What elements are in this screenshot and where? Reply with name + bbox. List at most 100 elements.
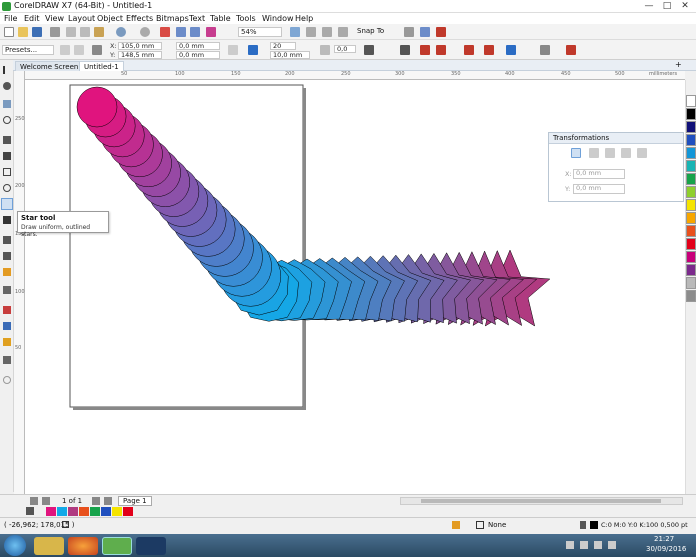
- shape-tool-icon[interactable]: [3, 82, 11, 90]
- angle-field[interactable]: 0,0: [334, 45, 356, 53]
- menu-file[interactable]: File: [4, 13, 17, 24]
- palette-swatch[interactable]: [686, 186, 696, 198]
- ellipse-tool-icon[interactable]: [3, 184, 11, 192]
- tab-untitled-1[interactable]: Untitled-1: [79, 61, 124, 71]
- page-tab[interactable]: Page 1: [118, 496, 152, 506]
- no-fill-swatch-icon[interactable]: [476, 521, 484, 529]
- palette-swatch[interactable]: [686, 225, 696, 237]
- points-field[interactable]: 20: [270, 42, 296, 50]
- palette-swatch[interactable]: [686, 134, 696, 146]
- menu-effects[interactable]: Effects: [126, 13, 153, 24]
- lock-ratio-icon[interactable]: [228, 45, 238, 55]
- explorer-taskbar-icon[interactable]: [34, 537, 64, 555]
- full-screen-icon[interactable]: [290, 27, 300, 37]
- rectangle-tool-icon[interactable]: [3, 168, 11, 176]
- scale-icon[interactable]: [605, 148, 615, 158]
- zoom-tool-icon[interactable]: [3, 116, 11, 124]
- options-icon[interactable]: [404, 27, 414, 37]
- tray-icon[interactable]: [566, 541, 574, 549]
- presets-dropdown[interactable]: Presets...: [2, 45, 54, 55]
- palette-swatch[interactable]: [686, 277, 696, 289]
- menu-view[interactable]: View: [45, 13, 64, 24]
- menu-text[interactable]: Text: [189, 13, 205, 24]
- menu-table[interactable]: Table: [210, 13, 231, 24]
- search-content-icon[interactable]: [160, 27, 170, 37]
- smart-fill-icon[interactable]: [3, 338, 11, 346]
- tab-welcome-screen[interactable]: Welcome Screen: [15, 61, 84, 71]
- last-page-icon[interactable]: [104, 497, 112, 505]
- palette-swatch[interactable]: [686, 238, 696, 250]
- play-icon[interactable]: [62, 521, 69, 528]
- palette-swatch[interactable]: [686, 173, 696, 185]
- document-palette-swatch[interactable]: [123, 507, 133, 516]
- document-palette-swatch[interactable]: [90, 507, 100, 516]
- document-palette-swatch[interactable]: [68, 507, 78, 516]
- photoshop-taskbar-icon[interactable]: [136, 537, 166, 555]
- firefox-taskbar-icon[interactable]: [68, 537, 98, 555]
- document-palette-swatch[interactable]: [57, 507, 67, 516]
- interactive-fill-icon[interactable]: [3, 322, 11, 330]
- document-palette-swatch[interactable]: [101, 507, 111, 516]
- add-tool-icon[interactable]: [3, 376, 11, 384]
- menu-help[interactable]: Help: [295, 13, 313, 24]
- hint-icon[interactable]: [566, 45, 576, 55]
- palette-swatch[interactable]: [686, 108, 696, 120]
- skew-icon[interactable]: [637, 148, 647, 158]
- scroll-thumb[interactable]: [421, 499, 661, 503]
- wrap-text-icon[interactable]: [400, 45, 410, 55]
- rotate-icon[interactable]: [589, 148, 599, 158]
- export-icon[interactable]: [190, 27, 200, 37]
- to-back-icon[interactable]: [436, 45, 446, 55]
- palette-swatch[interactable]: [686, 199, 696, 211]
- palette-swatch[interactable]: [686, 212, 696, 224]
- eyedropper-icon[interactable]: [3, 306, 11, 314]
- document-palette-swatch[interactable]: [46, 507, 56, 516]
- palette-swatch[interactable]: [686, 121, 696, 133]
- menu-bitmaps[interactable]: Bitmaps: [156, 13, 189, 24]
- import-icon[interactable]: [176, 27, 186, 37]
- horizontal-scrollbar[interactable]: [400, 497, 683, 505]
- save-icon[interactable]: [32, 27, 42, 37]
- menu-tools[interactable]: Tools: [236, 13, 256, 24]
- transparency-icon[interactable]: [3, 286, 11, 294]
- zoom-level-field[interactable]: 54%: [238, 27, 282, 37]
- new-document-icon[interactable]: [4, 27, 14, 37]
- to-front-icon[interactable]: [420, 45, 430, 55]
- cut-icon[interactable]: [66, 27, 76, 37]
- docker-x-field[interactable]: 0,0 mm: [573, 169, 625, 179]
- blend-circle[interactable]: [76, 86, 118, 128]
- crop-tool-icon[interactable]: [3, 100, 11, 108]
- x-position-field[interactable]: 105,0 mm: [118, 42, 162, 50]
- palette-swatch[interactable]: [686, 95, 696, 107]
- quick-customize-icon[interactable]: [540, 45, 550, 55]
- remove-preset-icon[interactable]: [74, 45, 84, 55]
- menu-object[interactable]: Object: [97, 13, 123, 24]
- palette-swatch[interactable]: [686, 147, 696, 159]
- add-preset-icon[interactable]: [60, 45, 70, 55]
- sharpness-field[interactable]: 10,0 mm: [270, 51, 310, 59]
- convert-icon[interactable]: [484, 45, 494, 55]
- undo-icon[interactable]: [116, 27, 126, 37]
- node-edit-icon[interactable]: [506, 45, 516, 55]
- document-palette-swatch[interactable]: [112, 507, 122, 516]
- launch-icon[interactable]: [436, 27, 446, 37]
- height-field[interactable]: 0,0 mm: [176, 51, 220, 59]
- pick-tool-icon[interactable]: [3, 66, 11, 74]
- application-launcher-icon[interactable]: [420, 27, 430, 37]
- outline-width-icon[interactable]: [364, 45, 374, 55]
- close-button[interactable]: ✕: [676, 0, 694, 12]
- publish-pdf-icon[interactable]: [206, 27, 216, 37]
- y-position-field[interactable]: 148,5 mm: [118, 51, 162, 59]
- menu-window[interactable]: Window: [262, 13, 294, 24]
- star-tool-icon[interactable]: [1, 198, 13, 210]
- show-guidelines-icon[interactable]: [338, 27, 348, 37]
- maximize-button[interactable]: □: [658, 0, 676, 12]
- blend-tool-icon[interactable]: [3, 268, 11, 276]
- network-icon[interactable]: [594, 541, 602, 549]
- connector-tool-icon[interactable]: [3, 252, 11, 260]
- first-page-icon[interactable]: [30, 497, 38, 505]
- parallel-dimension-icon[interactable]: [3, 236, 11, 244]
- minimize-button[interactable]: —: [640, 0, 658, 12]
- vertical-ruler[interactable]: 250 200 150 100 50: [14, 71, 25, 495]
- star-icon[interactable]: [320, 45, 330, 55]
